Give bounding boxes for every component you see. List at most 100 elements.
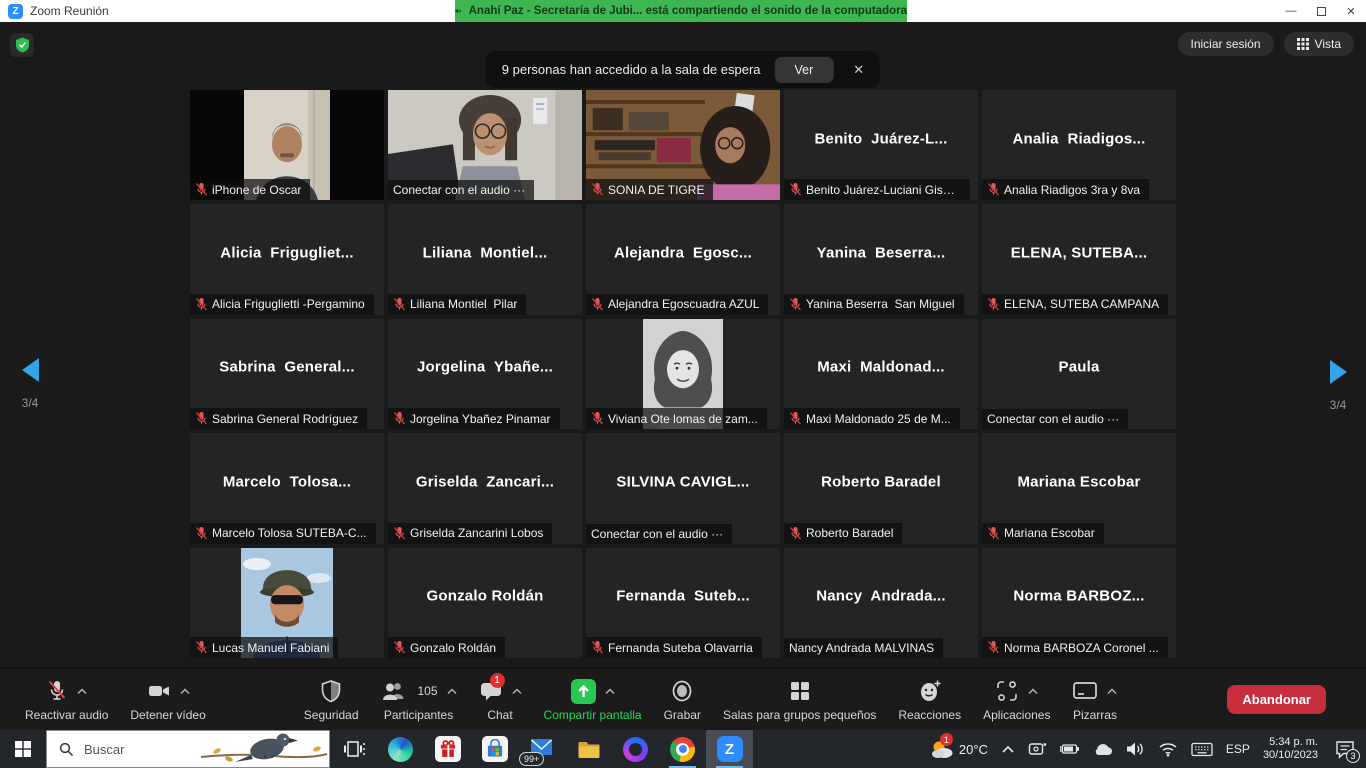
- participant-tile[interactable]: Maxi Maldonad... Maxi Maldonado 25 de M.…: [784, 319, 978, 429]
- participant-tile[interactable]: Sabrina General... Sabrina General Rodrí…: [190, 319, 384, 429]
- participant-name: Liliana Montiel...: [388, 244, 582, 261]
- chevron-up-icon[interactable]: [77, 688, 87, 695]
- volume-control[interactable]: [1126, 741, 1145, 757]
- participant-tile[interactable]: Analia Riadigos... Analia Riadigos 3ra y…: [982, 90, 1176, 200]
- signin-button[interactable]: Iniciar sesión: [1178, 32, 1274, 56]
- reactions-button[interactable]: Reacciones: [898, 678, 961, 722]
- stop-video-button[interactable]: Detener vídeo: [130, 678, 205, 722]
- prev-page-button[interactable]: [22, 358, 39, 382]
- share-screen-button[interactable]: Compartir pantalla: [544, 678, 642, 722]
- minimize-button[interactable]: —: [1276, 0, 1306, 22]
- participant-tile[interactable]: Griselda Zancari... Griselda Zancarini L…: [388, 433, 582, 543]
- participant-name: Gonzalo Roldán: [388, 588, 582, 605]
- participant-tile[interactable]: Liliana Montiel... Liliana Montiel Pilar: [388, 204, 582, 314]
- office-app-button[interactable]: [612, 730, 659, 768]
- participant-tile[interactable]: Gonzalo Roldán Gonzalo Roldán: [388, 548, 582, 658]
- weather-widget[interactable]: 1 20°C: [929, 737, 988, 761]
- participant-tile[interactable]: Lucas Manuel Fabiani: [190, 548, 384, 658]
- onedrive-status[interactable]: [1093, 742, 1113, 757]
- participant-tile[interactable]: Marcelo Tolosa... Marcelo Tolosa SUTEBA-…: [190, 433, 384, 543]
- participant-tile[interactable]: iPhone de Oscar: [190, 90, 384, 200]
- participant-tile[interactable]: SILVINA CAVIGL... Conectar con el audio …: [586, 433, 780, 543]
- search-input[interactable]: [84, 742, 204, 757]
- gift-app-button[interactable]: [424, 730, 471, 768]
- participant-tile[interactable]: Yanina Beserra... Yanina Beserra San Mig…: [784, 204, 978, 314]
- participant-tile[interactable]: Fernanda Suteb... Fernanda Suteba Olavar…: [586, 548, 780, 658]
- participant-tile[interactable]: Alicia Frigugliet... Alicia Friguglietti…: [190, 204, 384, 314]
- participant-tile[interactable]: Alejandra Egosc... Alejandra Egoscuadra …: [586, 204, 780, 314]
- participant-label: Gonzalo Roldán: [388, 637, 505, 658]
- apps-button[interactable]: Aplicaciones: [983, 678, 1050, 722]
- maximize-button[interactable]: [1306, 0, 1336, 22]
- breakout-rooms-button[interactable]: Salas para grupos pequeños: [723, 678, 876, 722]
- action-center-button[interactable]: 3: [1324, 730, 1366, 768]
- touch-keyboard-button[interactable]: [1191, 742, 1213, 757]
- view-button[interactable]: Vista: [1284, 32, 1354, 56]
- leave-button[interactable]: Abandonar: [1227, 685, 1326, 714]
- participant-tile[interactable]: Paula Conectar con el audio ···: [982, 319, 1176, 429]
- file-explorer-button[interactable]: [565, 730, 612, 768]
- participant-label-text: ELENA, SUTEBA CAMPANA: [1004, 297, 1159, 311]
- bird-artwork: [199, 731, 329, 767]
- participant-label: Jorgelina Ybañez Pinamar: [388, 408, 560, 429]
- chrome-app-button[interactable]: [659, 730, 706, 768]
- participant-tile[interactable]: Norma BARBOZ... Norma BARBOZA Coronel ..…: [982, 548, 1176, 658]
- record-button[interactable]: Grabar: [664, 678, 701, 722]
- participant-tile[interactable]: ELENA, SUTEBA... ELENA, SUTEBA CAMPANA: [982, 204, 1176, 314]
- participant-tile[interactable]: Nancy Andrada... Nancy Andrada MALVINAS: [784, 548, 978, 658]
- muted-mic-icon: [195, 297, 208, 312]
- audio-share-banner[interactable]: Anahí Paz - Secretaría de Jubi... está c…: [455, 0, 907, 22]
- zoom-app-button[interactable]: Z: [706, 730, 753, 768]
- whiteboard-icon: [1072, 680, 1098, 702]
- microsoft-store-icon: [482, 736, 508, 762]
- next-page-button[interactable]: [1330, 360, 1347, 384]
- participant-label: Marcelo Tolosa SUTEBA-C...: [190, 523, 376, 544]
- battery-status[interactable]: [1060, 741, 1080, 757]
- participant-tile[interactable]: Viviana Ote lomas de zam...: [586, 319, 780, 429]
- taskbar-search[interactable]: [46, 730, 330, 768]
- chevron-up-icon[interactable]: [605, 688, 615, 695]
- participant-label: Conectar con el audio ···: [982, 409, 1128, 429]
- toast-close-icon[interactable]: ✕: [847, 62, 870, 78]
- participant-tile[interactable]: Benito Juárez-L... Benito Juárez-Luciani…: [784, 90, 978, 200]
- chevron-up-icon[interactable]: [512, 688, 522, 695]
- participant-tile[interactable]: Mariana Escobar Mariana Escobar: [982, 433, 1176, 543]
- chat-button[interactable]: 1 Chat: [479, 678, 522, 722]
- chevron-up-icon[interactable]: [447, 688, 457, 695]
- edge-app-button[interactable]: [377, 730, 424, 768]
- unmute-button[interactable]: Reactivar audio: [25, 678, 108, 722]
- chat-badge: 1: [490, 673, 505, 688]
- meet-now-button[interactable]: [1028, 741, 1047, 758]
- start-button[interactable]: [0, 730, 46, 768]
- participant-label-text: Fernanda Suteba Olavarria: [608, 641, 753, 655]
- participants-button[interactable]: 105 Participantes: [381, 678, 457, 722]
- chevron-up-icon[interactable]: [180, 688, 190, 695]
- wifi-status[interactable]: [1158, 741, 1178, 757]
- mail-badge: 99+: [519, 752, 544, 766]
- zoom-meeting-window: Z Zoom Reunión Anahí Paz - Secretaría de…: [0, 0, 1366, 768]
- chevron-up-icon[interactable]: [1028, 688, 1038, 695]
- task-view-button[interactable]: [330, 730, 377, 768]
- chevron-up-icon[interactable]: [1107, 688, 1117, 695]
- whiteboards-button[interactable]: Pizarras: [1072, 678, 1117, 722]
- mail-app-button[interactable]: 99+: [518, 730, 565, 768]
- muted-mic-icon: [789, 526, 802, 541]
- security-shield-button[interactable]: [10, 33, 34, 57]
- language-indicator[interactable]: ESP: [1226, 742, 1250, 756]
- share-screen-icon: [571, 679, 596, 704]
- toast-view-button[interactable]: Ver: [775, 57, 834, 83]
- participant-tile[interactable]: SONIA DE TIGRE: [586, 90, 780, 200]
- participants-icon: [381, 680, 407, 702]
- participant-label: Maxi Maldonado 25 de M...: [784, 408, 960, 429]
- participant-tile[interactable]: Jorgelina Ybañe... Jorgelina Ybañez Pina…: [388, 319, 582, 429]
- participant-tile[interactable]: Roberto Baradel Roberto Baradel: [784, 433, 978, 543]
- tray-overflow-button[interactable]: [1001, 744, 1015, 754]
- muted-mic-icon: [591, 297, 604, 312]
- store-app-button[interactable]: [471, 730, 518, 768]
- close-button[interactable]: ✕: [1336, 0, 1366, 22]
- participant-label-text: Roberto Baradel: [806, 526, 893, 540]
- participant-tile[interactable]: Conectar con el audio ···: [388, 90, 582, 200]
- participant-label: Liliana Montiel Pilar: [388, 294, 526, 315]
- clock[interactable]: 5:34 p. m. 30/10/2023: [1263, 736, 1318, 763]
- security-button[interactable]: Seguridad: [304, 678, 359, 722]
